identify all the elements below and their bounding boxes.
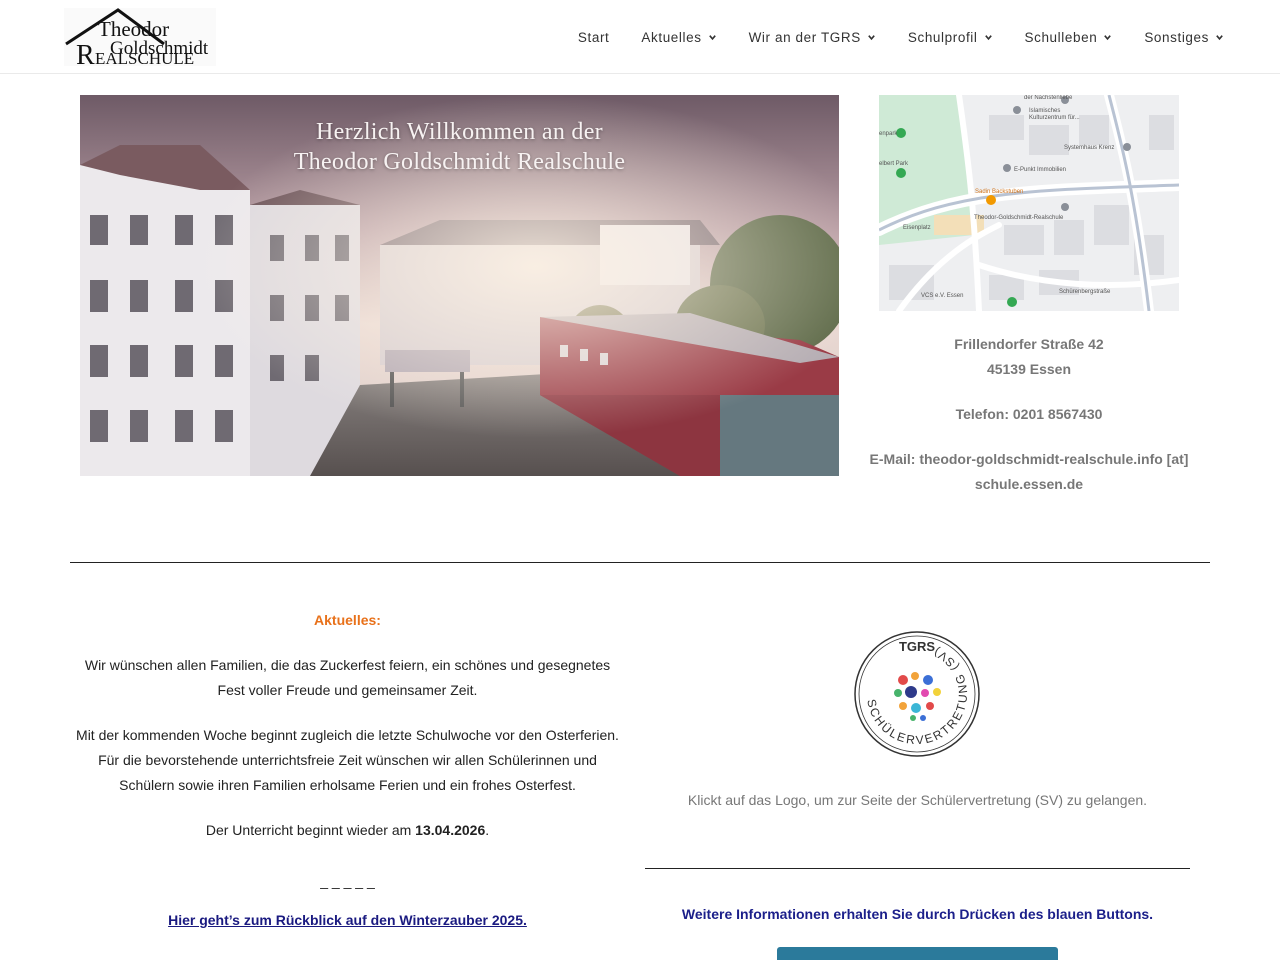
nav-label: Aktuelles: [641, 29, 702, 45]
nav-sonstiges[interactable]: Sonstiges: [1144, 30, 1224, 45]
news-paragraph-1: Wir wünschen allen Familien, die das Zuc…: [70, 653, 625, 703]
chevron-down-icon: [868, 34, 875, 40]
news-paragraph-3: Der Unterricht beginnt wieder am 13.04.2…: [70, 818, 625, 843]
main-nav: Start Aktuelles Wir an der TGRS Schulpro…: [546, 0, 1224, 74]
nav-wir-an-der-tgrs[interactable]: Wir an der TGRS: [749, 30, 876, 45]
logo-line3: EALSCHULE: [95, 49, 194, 66]
map-label: Eisenplatz: [903, 225, 931, 231]
news-text: Fest voller Freude und gemeinsamer Zeit.: [217, 682, 478, 698]
map-label: der Nächstenliebe: [1024, 95, 1073, 101]
sv-logo-title: TGRS: [899, 639, 935, 654]
sv-divider: [645, 868, 1190, 869]
contact-street: Frillendorfer Straße 42: [954, 336, 1104, 352]
map-label: Sadin Backstuben: [975, 189, 1023, 195]
nav-label: Start: [577, 29, 610, 45]
hero-school-image: Herzlich Willkommen an der Theodor Golds…: [80, 95, 839, 476]
hero-heading-line1: Herzlich Willkommen an der: [316, 119, 603, 145]
contact-info: Frillendorfer Straße 42 45139 Essen Tele…: [869, 332, 1189, 497]
hero-heading: Herzlich Willkommen an der Theodor Golds…: [80, 117, 839, 177]
map-label: elbert Park: [879, 161, 909, 167]
news-text: Mit der kommenden Woche beginnt zugleich…: [76, 727, 619, 743]
map-label: Islamisches: [1029, 108, 1060, 114]
logo-initial: R: [76, 40, 95, 66]
nav-schulleben[interactable]: Schulleben: [1025, 30, 1113, 45]
nav-label: Wir an der TGRS: [748, 29, 861, 45]
nav-label: Sonstiges: [1144, 29, 1209, 45]
contact-email-line2: schule.essen.de: [974, 476, 1084, 492]
nav-start[interactable]: Start: [578, 30, 610, 45]
news-heading: Aktuelles:: [314, 612, 381, 628]
nav-label: Schulprofil: [907, 29, 978, 45]
school-logo[interactable]: Theodor Goldschmidt R EALSCHULE: [64, 8, 216, 66]
news-date: 13.04.2026: [415, 822, 486, 838]
news-text: Der Unterricht beginnt wieder am: [205, 822, 416, 838]
news-paragraph-2: Mit der kommenden Woche beginnt zugleich…: [70, 723, 625, 798]
map-label: Schürenbergstraße: [1059, 289, 1111, 295]
chevron-down-icon: [984, 34, 992, 40]
sv-logo[interactable]: TGRS SCHÜLERVERTRETUNG (SV): [853, 630, 981, 758]
location-map[interactable]: der Nächstenliebe Islamisches Kulturzent…: [879, 95, 1179, 311]
sv-hint: Klickt auf das Logo, um zur Seite der Sc…: [687, 792, 1148, 808]
nav-label: Schulleben: [1024, 29, 1098, 45]
sv-info: Weitere Informationen erhalten Sie durch…: [681, 906, 1154, 922]
nav-aktuelles[interactable]: Aktuelles: [641, 30, 716, 45]
more-info-button[interactable]: [777, 947, 1058, 960]
site-header: Theodor Goldschmidt R EALSCHULE Start Ak…: [0, 0, 1280, 74]
news-text: .: [485, 822, 490, 838]
contact-email-line1: E-Mail: theodor-goldschmidt-realschule.i…: [869, 451, 1189, 467]
news-text: Für die bevorstehende unterrichtsfreie Z…: [98, 752, 597, 768]
chevron-down-icon: [1104, 34, 1112, 40]
news-separator: _ _ _ _ _: [320, 873, 375, 889]
map-label: Kulturzentrum für...: [1029, 115, 1080, 121]
hero-heading-line2: Theodor Goldschmidt Realschule: [293, 149, 626, 175]
section-divider: [70, 562, 1210, 563]
map-label: enpark: [879, 131, 898, 137]
map-label: VCS e.V. Essen: [921, 293, 963, 299]
contact-phone: Telefon: 0201 8567430: [955, 406, 1103, 422]
map-label: E-Punkt Immobilien: [1014, 167, 1066, 173]
map-label: Theodor-Goldschmidt-Realschule: [974, 215, 1064, 221]
nav-schulprofil[interactable]: Schulprofil: [908, 30, 993, 45]
winterzauber-link[interactable]: Hier geht’s zum Rückblick auf den Winter…: [168, 912, 527, 928]
chevron-down-icon: [1216, 34, 1223, 40]
news-text: Schülern sowie ihren Familien erholsame …: [119, 777, 576, 793]
chevron-down-icon: [708, 34, 716, 40]
contact-city: 45139 Essen: [986, 361, 1072, 377]
map-label: Systemhaus Krenz: [1064, 145, 1114, 151]
news-text: Wir wünschen allen Familien, die das Zuc…: [84, 657, 611, 673]
news-section: Aktuelles: Wir wünschen allen Familien, …: [70, 608, 625, 933]
